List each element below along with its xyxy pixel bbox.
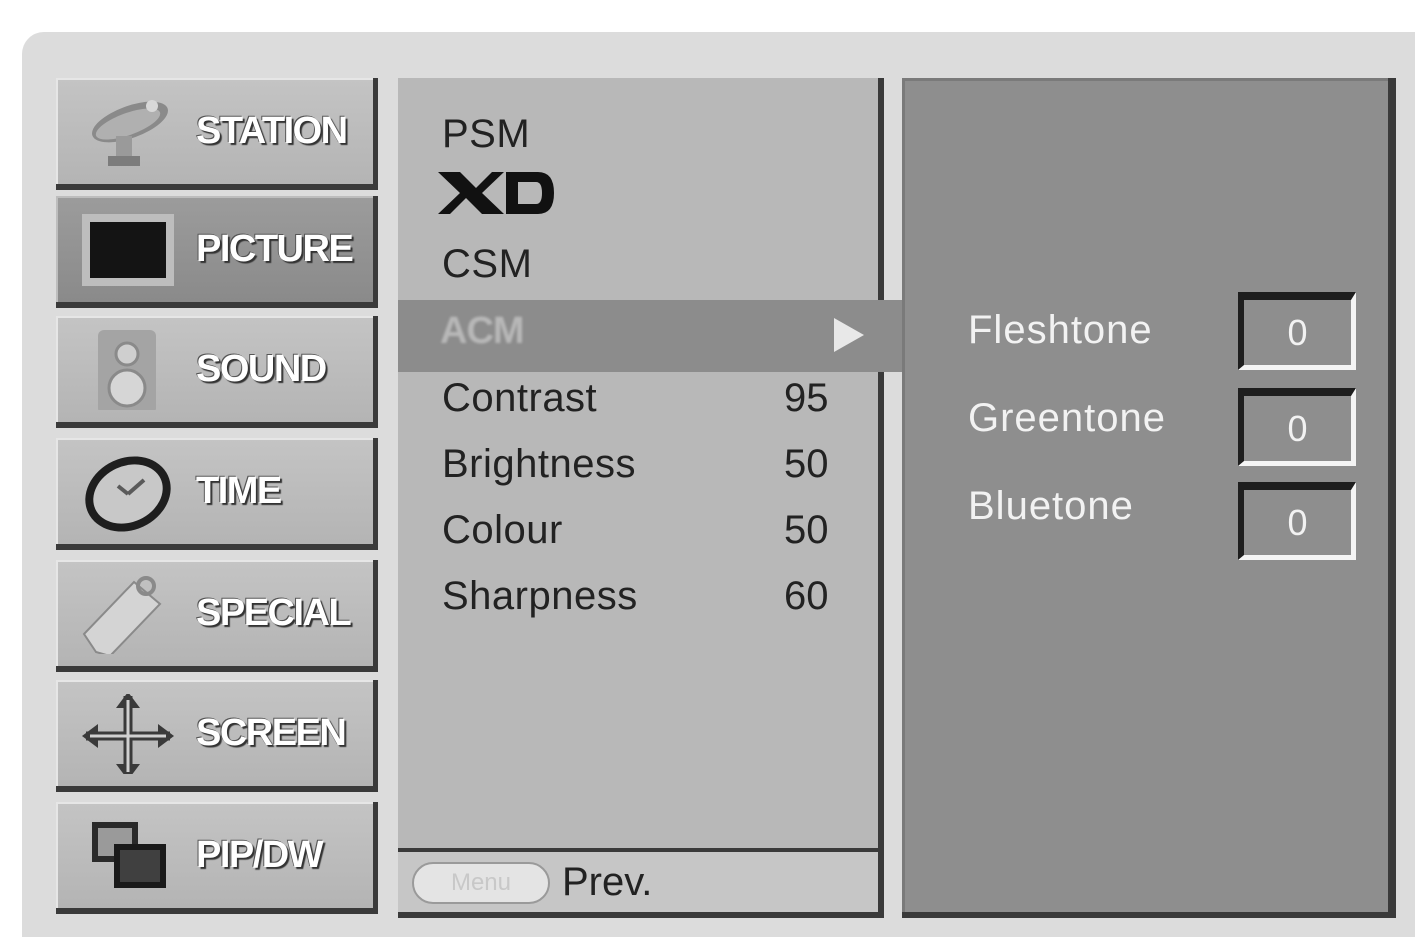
category-label: STATION [196,109,348,152]
category-picture[interactable]: PICTURE [56,196,378,308]
greentone-value-box[interactable]: 0 [1238,388,1356,466]
speaker-icon [98,330,156,410]
acm-submenu: Fleshtone 0 Greentone 0 Bluetone 0 [902,78,1396,918]
menu-item-xd[interactable]: XD [438,170,558,216]
xd-logo-icon [438,172,554,214]
submenu-item-bluetone[interactable]: Bluetone [968,484,1134,529]
category-label: SOUND [196,347,327,390]
colour-value: 50 [784,508,829,552]
category-sound[interactable]: SOUND [56,316,378,428]
submenu-item-fleshtone[interactable]: Fleshtone [968,308,1153,353]
sharpness-value: 60 [784,574,829,618]
fleshtone-value-box[interactable]: 0 [1238,292,1356,370]
arrow-right-icon [834,318,864,352]
menu-item-psm[interactable]: PSM [442,112,530,157]
category-label: SPECIAL [196,591,352,634]
category-label: PIP/DW [196,833,324,876]
menu-item-acm[interactable]: ACM [398,300,908,372]
menu-item-brightness[interactable]: Brightness [442,442,636,487]
category-label: PICTURE [196,227,354,270]
category-label: TIME [196,469,282,512]
tag-icon [82,576,162,654]
bluetone-value-box[interactable]: 0 [1238,482,1356,560]
prev-label: Prev. [562,860,653,904]
satellite-dish-icon [92,100,168,166]
menu-item-csm[interactable]: CSM [442,242,532,287]
menu-button[interactable]: Menu [412,862,550,904]
menu-item-sharpness[interactable]: Sharpness [442,574,638,619]
contrast-value: 95 [784,376,829,420]
category-label: SCREEN [196,711,347,754]
menu-item-colour[interactable]: Colour [442,508,563,553]
menu-item-contrast[interactable]: Contrast [442,376,597,421]
menu-footer: Menu Prev. [398,848,878,912]
picture-menu: PSM XD CSM ACM Contrast 95 Brightness 50… [398,78,908,918]
category-column: STATION PICTURE SOUND TIME SPECIAL SCREE… [56,78,382,918]
pip-windows-icon [92,822,166,888]
tv-screen-icon [82,214,174,286]
category-special[interactable]: SPECIAL [56,560,378,672]
category-station[interactable]: STATION [56,78,378,190]
move-arrows-icon [82,694,174,774]
acm-label: ACM [440,310,525,352]
brightness-value: 50 [784,442,829,486]
category-time[interactable]: TIME [56,438,378,550]
category-screen[interactable]: SCREEN [56,680,378,792]
clock-icon [85,456,171,532]
submenu-item-greentone[interactable]: Greentone [968,396,1166,441]
category-pip-dw[interactable]: PIP/DW [56,802,378,914]
